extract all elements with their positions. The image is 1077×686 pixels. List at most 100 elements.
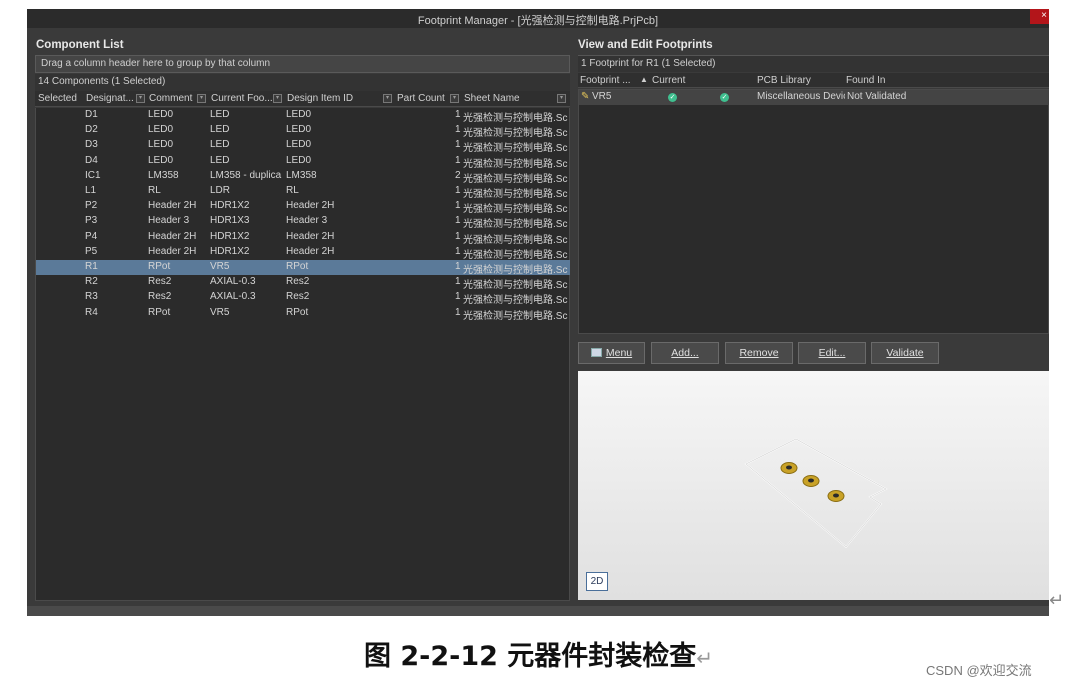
component-row[interactable]: P4 Header 2H HDR1X2 Header 2H 1 光强检测与控制电路.Sc — [36, 230, 570, 246]
footprint-row[interactable]: ✎ VR5 ✓ ✓ Miscellaneous Devic Not Valida… — [579, 90, 1049, 105]
cell-part-count: 2 — [455, 169, 461, 181]
cell-design-item-id: LED0 — [286, 124, 312, 136]
filter-icon[interactable]: ▾ — [383, 94, 392, 103]
filter-icon[interactable]: ▾ — [136, 94, 145, 103]
filter-icon[interactable]: ▾ — [450, 94, 459, 103]
cell-current-footprint: HDR1X2 — [210, 245, 250, 257]
cell-sheet-name: 光强检测与控制电路.Sc — [463, 158, 568, 170]
footprint-count: 1 Footprint for R1 (1 Selected) — [578, 55, 1049, 72]
component-row[interactable]: P2 Header 2H HDR1X2 Header 2H 1 光强检测与控制电路.Sc — [36, 199, 570, 216]
cell-sheet-name: 光强检测与控制电路.Sc — [463, 249, 568, 261]
close-button[interactable]: × — [1030, 9, 1049, 24]
cell-design-item-id: LM358 — [286, 169, 317, 181]
component-row[interactable]: L1 RL LDR RL 1 光强检测与控制电路.Sc — [36, 184, 570, 200]
board-outline — [744, 438, 888, 549]
footprint-3d-preview[interactable]: 2D — [578, 371, 1049, 600]
menu-icon — [590, 348, 602, 357]
component-row[interactable]: R1 RPot VR5 RPot 1 光强检测与控制电路.Sc — [36, 260, 570, 276]
column-header-comment[interactable]: Comment — [149, 93, 199, 104]
add-button[interactable]: Add... — [651, 342, 719, 364]
column-header-selected[interactable]: Selected — [38, 93, 83, 104]
menu-button[interactable]: Menu — [578, 342, 645, 364]
column-header-current[interactable]: Current — [652, 75, 697, 86]
cell-design-item-id: Res2 — [286, 276, 310, 288]
cell-current-footprint: LED — [210, 139, 230, 151]
return-mark-icon: ↵ — [1049, 590, 1065, 610]
cell-part-count: 1 — [455, 154, 461, 166]
cell-design-item-id: LED0 — [286, 109, 312, 120]
cell-designator: P5 — [85, 245, 98, 257]
cell-comment: LED0 — [148, 109, 174, 120]
cell-designator: R3 — [85, 291, 98, 303]
cell-sheet-name: 光强检测与控制电路.Sc — [463, 143, 568, 155]
column-header-current-footprint[interactable]: Current Foo... — [211, 93, 273, 104]
cell-current-footprint: VR5 — [210, 261, 230, 272]
cell-current-footprint: LM358 - duplica — [210, 169, 282, 181]
cell-designator: D3 — [85, 139, 98, 151]
cell-design-item-id: RPot — [286, 306, 309, 318]
column-header-pcb-library[interactable]: PCB Library — [757, 75, 837, 86]
pad-1 — [780, 462, 798, 474]
remove-button[interactable]: Remove — [725, 342, 793, 364]
cell-current-footprint: HDR1X2 — [210, 230, 250, 242]
component-row[interactable]: R3 Res2 AXIAL-0.3 Res2 1 光强检测与控制电路.Sc — [36, 290, 570, 307]
component-row[interactable]: P3 Header 3 HDR1X3 Header 3 1 光强检测与控制电路.Sc — [36, 214, 570, 231]
group-by-hint[interactable]: Drag a column header here to group by th… — [35, 55, 570, 73]
cell-part-count: 1 — [455, 261, 461, 272]
component-row[interactable]: D1 LED0 LED LED0 1 光强检测与控制电路.Sc — [36, 108, 570, 124]
filter-icon[interactable]: ▾ — [197, 94, 206, 103]
component-row[interactable]: D2 LED0 LED LED0 1 光强检测与控制电路.Sc — [36, 123, 570, 139]
found-in: Not Validated — [847, 91, 907, 102]
cell-part-count: 1 — [455, 291, 461, 303]
column-header-footprint[interactable]: Footprint ... — [580, 75, 635, 86]
cell-design-item-id: RPot — [286, 261, 309, 272]
column-header-sheet-name[interactable]: Sheet Name — [464, 93, 544, 104]
footprint-grid: ✎ VR5 ✓ ✓ Miscellaneous Devic Not Valida… — [578, 89, 1049, 334]
footprint-pencil-icon: ✎ — [581, 91, 590, 102]
cell-designator: P4 — [85, 230, 98, 242]
component-row[interactable]: P5 Header 2H HDR1X2 Header 2H 1 光强检测与控制电路.Sc — [36, 245, 570, 261]
cell-current-footprint: VR5 — [210, 306, 230, 318]
cell-sheet-name: 光强检测与控制电路.Sc — [463, 204, 568, 216]
sort-icon[interactable]: ▲ — [640, 75, 648, 84]
cell-design-item-id: Header 2H — [286, 245, 335, 257]
column-header-design-item-id[interactable]: Design Item ID — [287, 93, 377, 104]
cell-designator: D4 — [85, 154, 98, 166]
cell-sheet-name: 光强检测与控制电路.Sc — [463, 265, 568, 276]
filter-icon[interactable]: ▾ — [273, 94, 282, 103]
footprints-panel: 1 Footprint for R1 (1 Selected) Footprin… — [578, 55, 1049, 601]
cell-comment: Header 2H — [148, 245, 197, 257]
cell-sheet-name: 光强检测与控制电路.Sc — [463, 295, 568, 307]
cell-design-item-id: Header 3 — [286, 215, 328, 227]
cell-sheet-name: 光强检测与控制电路.Sc — [463, 234, 568, 246]
component-row[interactable]: D4 LED0 LED LED0 1 光强检测与控制电路.Sc — [36, 154, 570, 170]
filter-icon[interactable]: ▾ — [557, 94, 566, 103]
cell-comment: Res2 — [148, 291, 172, 303]
cell-part-count: 1 — [455, 200, 461, 212]
cell-designator: D2 — [85, 124, 98, 136]
footprint-name: VR5 — [592, 91, 612, 102]
component-row[interactable]: IC1 LM358 LM358 - duplica LM358 2 光强检测与控制电路.S… — [36, 169, 570, 185]
menu-button-label: Menu — [605, 347, 633, 359]
cell-comment: Res2 — [148, 276, 172, 288]
cell-designator: L1 — [85, 185, 97, 196]
column-header-found-in[interactable]: Found In — [846, 75, 926, 86]
cell-design-item-id: LED0 — [286, 154, 312, 166]
column-header-designator[interactable]: Designat... — [86, 93, 136, 104]
component-row[interactable]: D3 LED0 LED LED0 1 光强检测与控制电路.Sc — [36, 138, 570, 155]
cell-designator: R4 — [85, 306, 98, 318]
watermark: CSDN @欢迎交流 — [926, 663, 1032, 678]
cell-current-footprint: HDR1X3 — [210, 215, 250, 227]
column-header-part-count[interactable]: Part Count — [397, 93, 452, 104]
component-grid: D1 LED0 LED LED0 1 光强检测与控制电路.Sc D2 LED0 LED LED0 1… — [35, 108, 570, 601]
title-bar: Footprint Manager - [光强检测与控制电路.PrjPcb] × — [27, 9, 1049, 28]
cell-comment: LED0 — [148, 139, 174, 151]
pad-3 — [827, 490, 845, 502]
cell-sheet-name: 光强检测与控制电路.Sc — [463, 219, 568, 231]
edit-button[interactable]: Edit... — [798, 342, 866, 364]
component-row[interactable]: R2 Res2 AXIAL-0.3 Res2 1 光强检测与控制电路.Sc — [36, 275, 570, 291]
view-2d-toggle[interactable]: 2D — [586, 572, 608, 591]
validate-button[interactable]: Validate — [871, 342, 939, 364]
figure-caption: 图 2-2-12 元器件封装检查↵ — [0, 634, 1077, 673]
component-row[interactable]: R4 RPot VR5 RPot 1 光强检测与控制电路.Sc — [36, 306, 570, 322]
